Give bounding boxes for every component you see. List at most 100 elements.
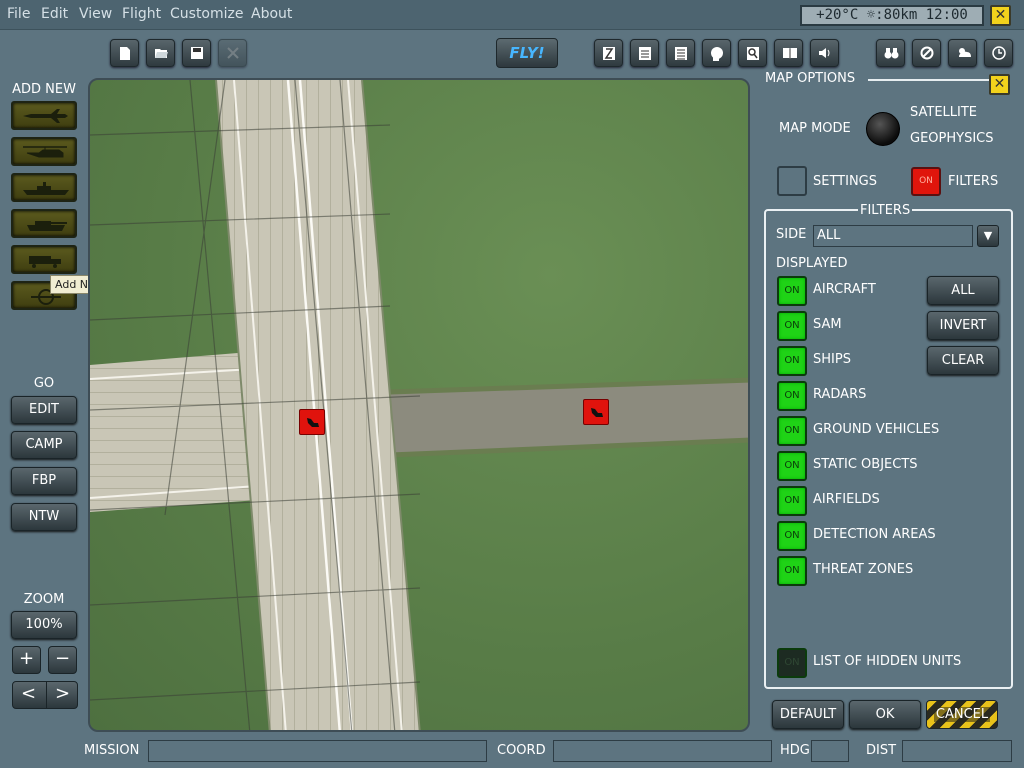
filter-aircraft-toggle[interactable]: ON [777,276,807,306]
briefing-button[interactable] [630,39,659,67]
time-icon [603,47,615,60]
filter-radars-toggle[interactable]: ON [777,381,807,411]
menu-flight[interactable]: Flight [122,6,161,22]
filter-sam-toggle[interactable]: ON [777,311,807,341]
map-mode-geophysics[interactable]: GEOPHYSICS [910,131,994,146]
filters-label: FILTERS [948,174,999,189]
filters-group-title: FILTERS [858,203,913,218]
go-edit-button[interactable]: EDIT [11,396,77,424]
add-helicopter-button[interactable] [11,137,77,166]
new-document-icon [120,47,130,60]
sound-button[interactable] [810,39,839,67]
nav-buttons: < > [12,681,78,709]
weather-button[interactable] [948,39,977,67]
no-entry-button[interactable] [912,39,941,67]
filter-all-button[interactable]: ALL [927,276,999,305]
side-select[interactable]: ALL [813,225,973,247]
filter-invert-button[interactable]: INVERT [927,311,999,340]
filter-detection-areas-label: DETECTION AREAS [813,527,936,542]
filter-ground-vehicles-toggle[interactable]: ON [777,416,807,446]
default-button[interactable]: DEFAULT [772,700,844,729]
add-ship-button[interactable] [11,173,77,202]
weather-readout: +20°C ☼:80km 12:00 [800,5,984,26]
menu-about[interactable]: About [251,6,292,22]
pilot-button[interactable] [702,39,731,67]
go-camp-button[interactable]: CAMP [11,431,77,459]
zoom-out-button[interactable]: − [48,646,77,674]
settings-label: SETTINGS [813,174,878,189]
settings-toggle[interactable] [777,166,807,196]
weather-icon [959,48,971,57]
add-tank-button[interactable] [11,209,77,238]
go-fbp-button[interactable]: FBP [11,467,77,495]
filter-threat-zones-label: THREAT ZONES [813,562,914,577]
save-mission-button[interactable] [182,39,211,67]
binoculars-button[interactable] [876,39,905,67]
static-object-unit-icon [591,408,603,417]
time-button[interactable] [594,39,623,67]
cancel-button[interactable]: CANCEL [926,700,998,729]
open-folder-icon [155,49,168,58]
static-object-unit[interactable] [583,399,609,425]
zoom-search-icon [747,47,759,60]
briefing-icon [639,47,651,60]
zoom-in-button[interactable]: + [12,646,41,674]
hdg-label: HDG [780,743,810,758]
clock-button[interactable] [984,39,1013,67]
displayed-label: DISPLAYED [776,256,848,271]
nav-prev-button[interactable]: < [21,682,36,706]
zoom-value-button[interactable]: 100% [11,611,77,639]
mission-field [148,740,487,762]
app-close-button[interactable]: ✕ [990,5,1011,26]
menu-view[interactable]: View [79,6,112,22]
add-aircraft-button[interactable] [11,101,77,130]
filter-static-objects-toggle[interactable]: ON [777,451,807,481]
ok-button[interactable]: OK [849,700,921,729]
coord-label: COORD [497,743,546,758]
map-mode-satellite[interactable]: SATELLITE [910,105,977,120]
encyclopedia-button[interactable] [774,39,803,67]
cancel-button-label: CANCEL [933,707,991,722]
aircraft-icon [23,109,68,123]
filter-detection-areas-toggle[interactable]: ON [777,521,807,551]
fly-button[interactable]: FLY! [496,38,558,68]
side-label: SIDE [776,227,807,242]
menu-edit[interactable]: Edit [41,6,68,22]
chevron-down-icon[interactable]: ▼ [977,225,999,247]
tank-icon [27,221,67,231]
nav-next-button[interactable]: > [55,682,70,706]
close-mission-icon [227,47,239,59]
menu-customize[interactable]: Customize [170,6,244,22]
mission-map[interactable] [88,78,750,732]
menu-file[interactable]: File [7,6,30,22]
dist-field [902,740,1012,762]
go-ntw-button[interactable]: NTW [11,503,77,531]
checklist-button[interactable] [666,39,695,67]
checklist-icon [675,47,687,60]
filter-ships-label: SHIPS [813,352,851,367]
filter-clear-button[interactable]: CLEAR [927,346,999,375]
close-mission-button[interactable] [218,39,247,67]
no-entry-icon [920,46,934,60]
new-mission-button[interactable] [110,39,139,67]
static-object-unit[interactable] [299,409,325,435]
search-button[interactable] [738,39,767,67]
filter-airfields-label: AIRFIELDS [813,492,880,507]
filter-airfields-toggle[interactable]: ON [777,486,807,516]
map-options-close-button[interactable]: ✕ [989,74,1010,95]
open-mission-button[interactable] [146,39,175,67]
filter-radars-label: RADARS [813,387,867,402]
static-object-icon [29,256,61,268]
filters-toggle[interactable]: ON [911,167,941,196]
encyclopedia-icon [783,48,797,59]
hidden-units-toggle[interactable]: ON [777,648,807,678]
binoculars-icon [884,48,899,59]
mission-label: MISSION [84,743,140,758]
filter-threat-zones-toggle[interactable]: ON [777,556,807,586]
filter-ships-toggle[interactable]: ON [777,346,807,376]
add-static-object-button[interactable] [11,245,77,274]
map-mode-knob[interactable] [866,112,900,146]
nav-divider [46,682,47,708]
filter-aircraft-label: AIRCRAFT [813,282,876,297]
filter-static-objects-label: STATIC OBJECTS [813,457,918,472]
